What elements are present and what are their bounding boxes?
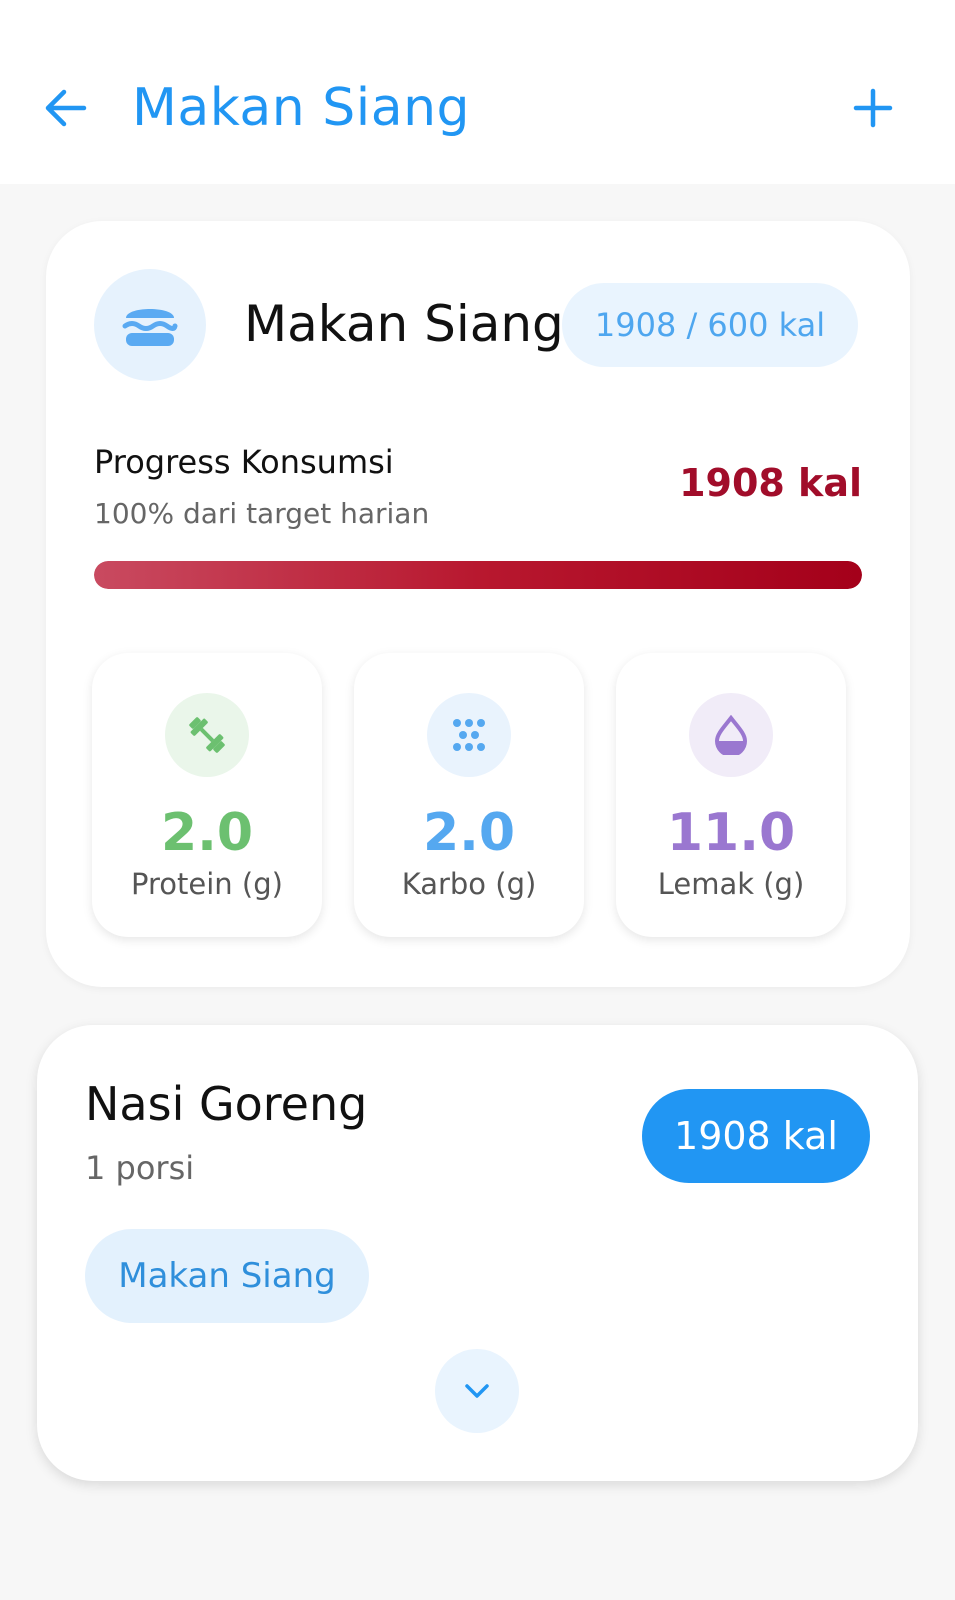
macro-value: 11.0 xyxy=(666,803,796,863)
add-button[interactable] xyxy=(849,84,897,132)
macro-icon-wrap xyxy=(165,693,249,777)
calorie-target-badge: 1908 / 600 kal xyxy=(562,283,858,367)
chevron-down-icon xyxy=(465,1384,489,1398)
food-name: Nasi Goreng xyxy=(85,1077,368,1131)
progress-label: Progress Konsumsi xyxy=(94,443,394,481)
app-bar: Makan Siang xyxy=(0,0,955,184)
arrow-left-icon xyxy=(45,89,87,127)
food-calorie-badge: 1908 kal xyxy=(642,1089,870,1183)
macro-card-lemak: 11.0 Lemak (g) xyxy=(616,653,846,937)
plus-icon xyxy=(853,88,893,128)
food-item-card[interactable]: Nasi Goreng 1 porsi 1908 kal Makan Siang xyxy=(37,1025,918,1481)
progress-subtitle: 100% dari target harian xyxy=(94,497,430,530)
grain-dots-icon xyxy=(453,719,485,751)
meal-summary-card: Makan Siang 1908 / 600 kal Progress Kons… xyxy=(46,221,910,987)
macro-value: 2.0 xyxy=(160,803,254,863)
burger-icon xyxy=(122,309,178,346)
macro-icon-wrap xyxy=(427,693,511,777)
macro-label: Karbo (g) xyxy=(401,867,537,901)
progress-bar-fill xyxy=(94,561,862,589)
meal-type-chip: Makan Siang xyxy=(85,1229,369,1323)
expand-button[interactable] xyxy=(435,1349,519,1433)
macro-icon-wrap xyxy=(689,693,773,777)
page-title: Makan Siang xyxy=(132,78,471,138)
macro-label: Protein (g) xyxy=(131,867,283,901)
macro-card-protein: 2.0 Protein (g) xyxy=(92,653,322,937)
macro-label: Lemak (g) xyxy=(657,867,805,901)
back-button[interactable] xyxy=(40,82,92,134)
meal-avatar xyxy=(94,269,206,381)
dumbbell-icon xyxy=(189,717,225,753)
meal-title: Makan Siang xyxy=(244,295,564,353)
macro-value: 2.0 xyxy=(422,803,516,863)
food-portion: 1 porsi xyxy=(85,1149,195,1187)
progress-bar xyxy=(94,561,862,589)
drop-icon xyxy=(714,715,748,755)
progress-calories: 1908 kal xyxy=(679,461,862,505)
macro-card-karbo: 2.0 Karbo (g) xyxy=(354,653,584,937)
